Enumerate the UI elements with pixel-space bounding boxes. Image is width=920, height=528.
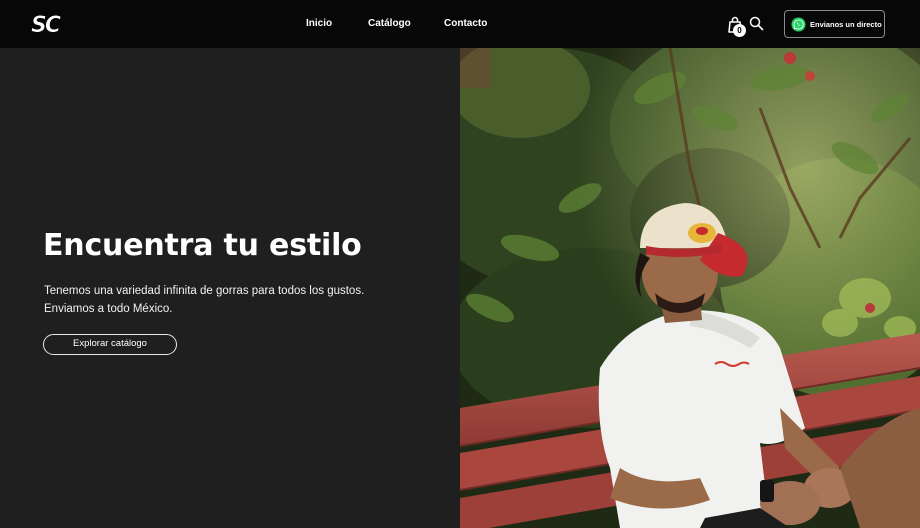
search-icon[interactable] <box>749 16 764 31</box>
explore-catalog-button[interactable]: Explorar catálogo <box>43 334 177 355</box>
hero-image <box>460 48 920 528</box>
svg-text:SC: SC <box>31 13 61 38</box>
whatsapp-contact-button[interactable]: Envianos un directo <box>784 10 885 38</box>
cart-count-badge: 0 <box>733 24 746 37</box>
whatsapp-button-label: Envianos un directo <box>810 19 882 29</box>
whatsapp-icon <box>791 16 806 32</box>
nav-link-inicio[interactable]: Inicio <box>306 18 332 30</box>
hero-subtitle: Tenemos una variedad infinita de gorras … <box>44 282 364 318</box>
hero-photo-illustration <box>460 48 920 528</box>
nav-link-contacto[interactable]: Contacto <box>444 18 487 30</box>
nav-link-catalogo[interactable]: Catálogo <box>368 18 411 30</box>
hero-title: Encuentra tu estilo <box>43 228 362 263</box>
site-header: SC Inicio Catálogo Contacto 0 Envianos u… <box>0 0 920 48</box>
hero-subtitle-line: Tenemos una variedad infinita de gorras … <box>44 285 365 297</box>
brand-logo[interactable]: SC <box>30 10 70 38</box>
hero-subtitle-line: Enviamos a todo México. <box>44 303 173 315</box>
